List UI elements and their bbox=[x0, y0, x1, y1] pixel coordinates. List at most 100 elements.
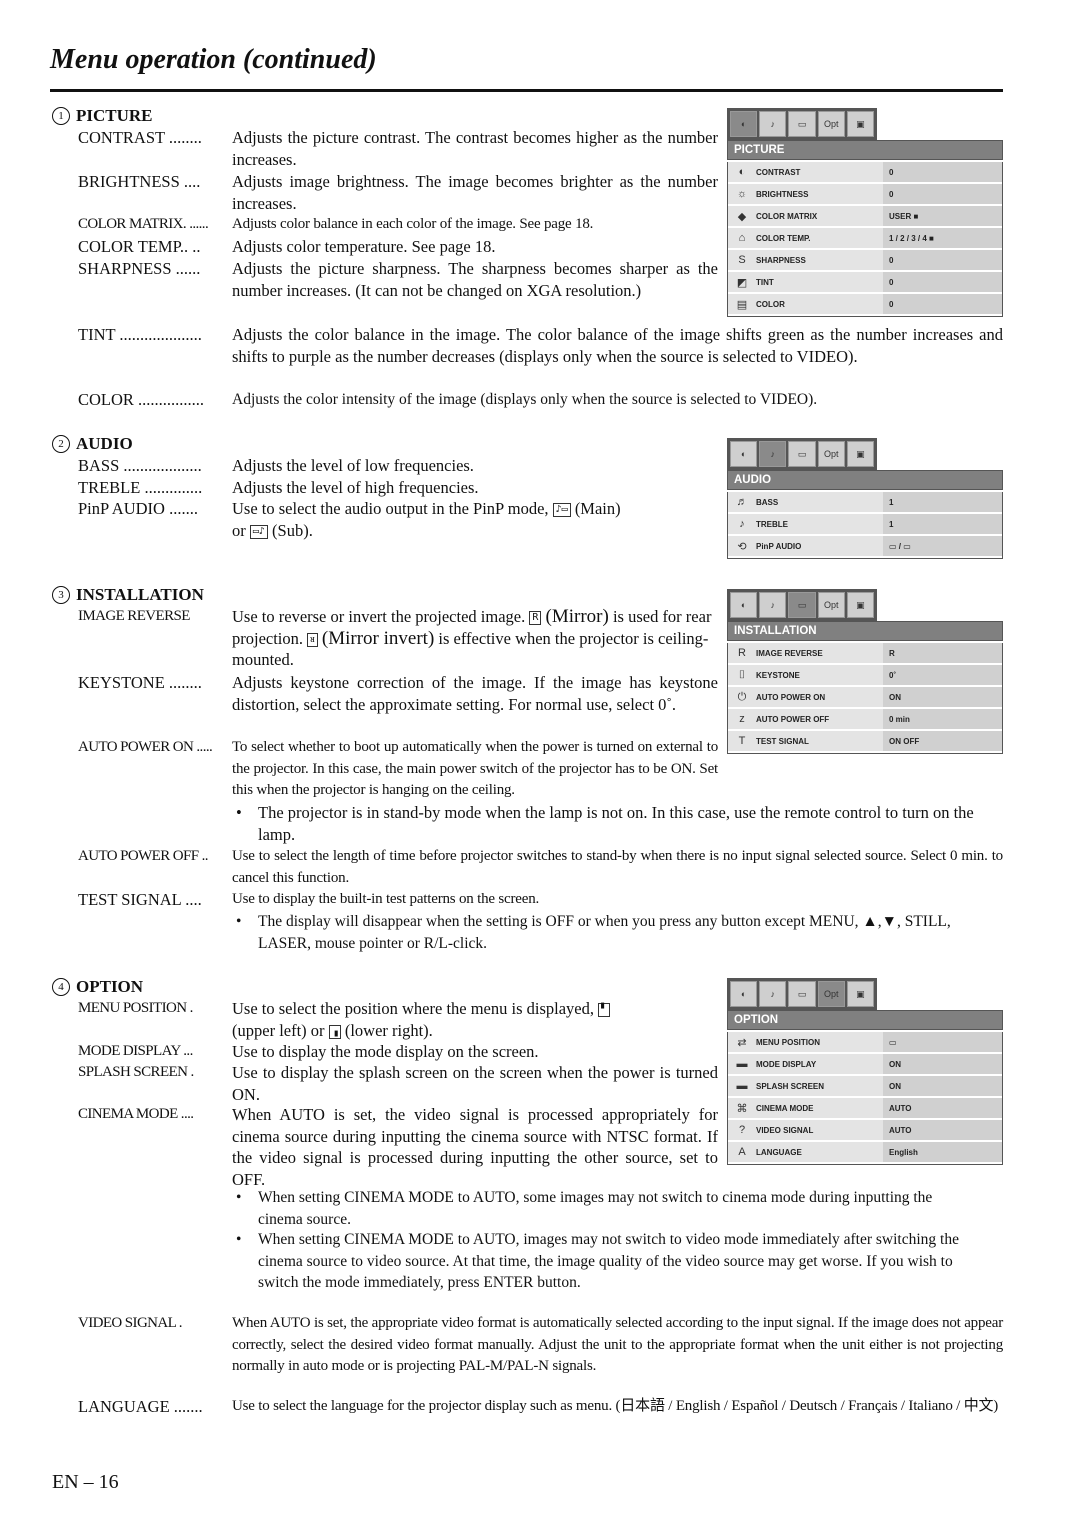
osd-row: z AUTO POWER OFF 0 min bbox=[728, 709, 1002, 729]
entry-label: COLOR TEMP.. .. bbox=[78, 237, 201, 256]
color-icon: ▤ bbox=[736, 298, 748, 311]
entry-label: AUTO POWER ON ..... bbox=[78, 739, 213, 755]
entry-desc: When AUTO is set, the video signal is pr… bbox=[232, 1105, 718, 1189]
section-title: PICTURE bbox=[76, 106, 153, 125]
section-number: 3 bbox=[52, 586, 70, 604]
bullet-note: When setting CINEMA MODE to AUTO, some i… bbox=[232, 1187, 978, 1230]
osd-audio-tab-icon: ♪ bbox=[759, 981, 787, 1007]
contrast-icon: ◐ bbox=[738, 166, 746, 178]
osd-row-value: 0 min bbox=[883, 709, 1002, 729]
entry-label: SHARPNESS ...... bbox=[78, 259, 201, 278]
osd-row: ▬ SPLASH SCREEN ON bbox=[728, 1076, 1002, 1096]
osd-row-label: LANGUAGE bbox=[756, 1147, 802, 1157]
entry-label: COLOR ................ bbox=[78, 390, 205, 409]
entry-label: AUTO POWER OFF .. bbox=[78, 848, 209, 864]
entry-label: VIDEO SIGNAL . bbox=[78, 1315, 183, 1331]
pinp-audio-icon: ⟲ bbox=[737, 540, 747, 553]
entry-desc: Adjusts image brightness. The image beco… bbox=[232, 172, 718, 213]
osd-row-label: PinP AUDIO bbox=[756, 541, 802, 551]
section-audio-heading: 2 AUDIO bbox=[52, 434, 133, 454]
menu-position-icon: ⇄ bbox=[737, 1036, 747, 1049]
osd-rows: ◐ CONTRAST 0 ☼ BRIGHTNESS 0 ◆ COLOR MATRIX USER … bbox=[727, 162, 1003, 317]
osd-row: T TEST SIGNAL ON OFF bbox=[728, 731, 1002, 751]
entry-desc: Adjusts color temperature. See page 18. bbox=[232, 237, 496, 256]
osd-row-value: 1 bbox=[883, 492, 1002, 512]
bullet-note: When setting CINEMA MODE to AUTO, images… bbox=[232, 1229, 978, 1294]
osd-row-value: R bbox=[883, 643, 1002, 663]
pinp-main-icon: ♪▭ bbox=[552, 503, 571, 518]
mirror-invert-icon: ᴚ bbox=[307, 632, 318, 647]
osd-row-value: 0 bbox=[883, 294, 1002, 314]
mirror-icon: R bbox=[529, 611, 542, 626]
sharpness-icon: S bbox=[738, 254, 746, 266]
auto-power-on-icon: ⏻ bbox=[737, 690, 747, 703]
osd-option-tab-icon: Opt bbox=[817, 441, 845, 467]
entry-desc: Use to select the position where the men… bbox=[232, 998, 718, 1041]
treble-icon: ♪ bbox=[739, 518, 745, 530]
entry-color: COLOR ................ Adjusts the color… bbox=[78, 389, 1003, 411]
osd-option-tab-icon: Opt bbox=[817, 981, 845, 1007]
osd-row-value: ▭ bbox=[883, 1032, 1002, 1052]
osd-row-value: 0 bbox=[883, 184, 1002, 204]
osd-picture-tab-icon: ◐ bbox=[730, 981, 758, 1007]
osd-row-label: VIDEO SIGNAL bbox=[756, 1125, 814, 1135]
entry-label: BASS ................... bbox=[78, 456, 202, 475]
osd-row-label: CONTRAST bbox=[756, 167, 801, 177]
osd-menu-title: PICTURE bbox=[727, 140, 1003, 160]
osd-row-label: IMAGE REVERSE bbox=[756, 648, 823, 658]
osd-menu-title: OPTION bbox=[727, 1010, 1003, 1030]
test-signal-icon: T bbox=[738, 735, 746, 747]
osd-row: S SHARPNESS 0 bbox=[728, 250, 1002, 270]
entry-desc: Adjusts the color intensity of the image… bbox=[232, 391, 818, 408]
osd-row-value: AUTO bbox=[883, 1098, 1002, 1118]
osd-audio-tab-icon: ♪ bbox=[759, 592, 787, 618]
entry-sharpness: SHARPNESS ...... Adjusts the picture sha… bbox=[78, 258, 718, 301]
osd-row: ▤ COLOR 0 bbox=[728, 294, 1002, 314]
osd-row-value: ▭ / ▭ bbox=[883, 536, 1002, 556]
desc-text: is effective when the projector is ceili… bbox=[232, 628, 709, 670]
desc-text: (Mirror invert) bbox=[321, 627, 435, 649]
osd-audio-tab-icon: ♪ bbox=[759, 111, 787, 137]
tint-icon: ◩ bbox=[736, 276, 748, 289]
osd-row-value: USER ■ bbox=[883, 206, 1002, 226]
osd-row-value: ON OFF bbox=[883, 731, 1002, 751]
entry-menu-position: MENU POSITION . Use to select the positi… bbox=[78, 998, 718, 1041]
entry-desc: Adjusts the picture contrast. The contra… bbox=[232, 128, 718, 169]
osd-audio-tab-icon: ♪ bbox=[759, 441, 787, 467]
entry-bass: BASS ................... Adjusts the lev… bbox=[78, 455, 718, 477]
osd-picture-tab-icon: ◐ bbox=[730, 441, 758, 467]
entry-auto-power-off: AUTO POWER OFF .. Use to select the leng… bbox=[78, 846, 1003, 889]
entry-desc: Adjusts the color balance in the image. … bbox=[232, 325, 1003, 366]
osd-row-value: 0˚ bbox=[883, 665, 1002, 685]
desc-text: (Sub). bbox=[272, 520, 313, 540]
osd-row-label: SHARPNESS bbox=[756, 255, 806, 265]
osd-installation-tab-icon: ▭ bbox=[788, 981, 816, 1007]
entry-tint: TINT .................... Adjusts the co… bbox=[78, 324, 1003, 367]
section-installation-heading: 3 INSTALLATION bbox=[52, 585, 204, 605]
osd-row-value: AUTO bbox=[883, 1120, 1002, 1140]
desc-text: (lower right). bbox=[344, 1020, 433, 1040]
osd-row: ? VIDEO SIGNAL AUTO bbox=[728, 1120, 1002, 1140]
bullet-note: The projector is in stand-by mode when t… bbox=[232, 802, 978, 845]
entry-keystone: KEYSTONE ........ Adjusts keystone corre… bbox=[78, 672, 718, 715]
entry-video-signal: VIDEO SIGNAL . When AUTO is set, the app… bbox=[78, 1313, 1003, 1378]
brightness-icon: ☼ bbox=[736, 188, 748, 200]
osd-row: ◐ CONTRAST 0 bbox=[728, 162, 1002, 182]
entry-brightness: BRIGHTNESS .... Adjusts image brightness… bbox=[78, 171, 718, 214]
osd-installation-menu: ◐ ♪ ▭ Opt ▣ INSTALLATION R IMAGE REVERSE R ⌷ KEYST… bbox=[727, 589, 1003, 754]
entry-desc: Adjusts the level of low frequencies. bbox=[232, 456, 474, 475]
osd-tab-bar: ◐ ♪ ▭ Opt ▣ bbox=[727, 438, 877, 470]
osd-lamp-tab-icon: ▣ bbox=[846, 981, 875, 1007]
upper-left-icon: ▘ bbox=[598, 1003, 611, 1018]
osd-row-label: AUTO POWER ON bbox=[756, 692, 826, 702]
osd-row: A LANGUAGE English bbox=[728, 1142, 1002, 1162]
entry-language: LANGUAGE ....... Use to select the langu… bbox=[78, 1396, 1003, 1418]
osd-row: ⟲ PinP AUDIO ▭ / ▭ bbox=[728, 536, 1002, 556]
entry-label: BRIGHTNESS .... bbox=[78, 172, 201, 191]
osd-row-value: 1 bbox=[883, 514, 1002, 534]
entry-label: IMAGE REVERSE bbox=[78, 608, 190, 624]
osd-rows: R IMAGE REVERSE R ⌷ KEYSTONE 0˚ ⏻ AUTO POWER ON… bbox=[727, 643, 1003, 754]
entry-label: MENU POSITION . bbox=[78, 1000, 193, 1016]
osd-tab-bar: ◐ ♪ ▭ Opt ▣ bbox=[727, 978, 877, 1010]
entry-desc: Use to select the language for the proje… bbox=[232, 1398, 999, 1414]
